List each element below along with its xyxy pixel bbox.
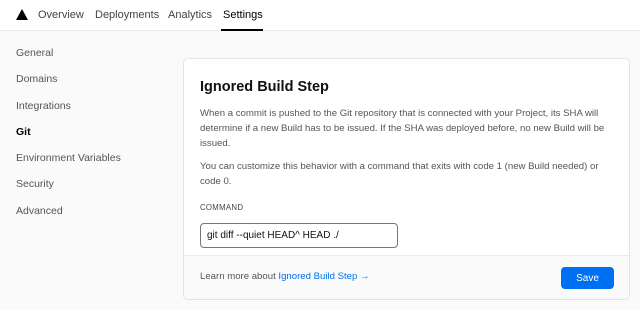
card-title: Ignored Build Step bbox=[200, 79, 329, 95]
save-button[interactable]: Save bbox=[561, 267, 614, 289]
card-footer: Learn more about Ignored Build Step → Sa… bbox=[184, 255, 629, 299]
footer-learn-more-text: Learn more about bbox=[200, 271, 276, 282]
footer-text: Learn more about Ignored Build Step → bbox=[200, 271, 370, 282]
card-description-secondary: You can customize this behavior with a c… bbox=[200, 161, 599, 187]
top-navigation-bar: Overview Deployments Analytics Settings bbox=[0, 0, 640, 31]
tab-overview[interactable]: Overview bbox=[38, 9, 84, 21]
settings-sidebar: General Domains Integrations Git Environ… bbox=[16, 40, 166, 224]
command-label: COMMAND bbox=[200, 203, 244, 212]
tab-analytics[interactable]: Analytics bbox=[168, 9, 212, 21]
triangle-logo-icon[interactable] bbox=[16, 9, 28, 20]
ignored-build-step-link[interactable]: Ignored Build Step → bbox=[278, 271, 369, 282]
active-tab-indicator bbox=[221, 29, 263, 31]
card-description: When a commit is pushed to the Git repos… bbox=[200, 108, 605, 149]
command-input[interactable] bbox=[200, 223, 398, 248]
ignored-build-step-card: Ignored Build Step When a commit is push… bbox=[183, 58, 630, 300]
sidebar-item-integrations[interactable]: Integrations bbox=[16, 93, 166, 119]
sidebar-item-git[interactable]: Git bbox=[16, 119, 166, 145]
tab-settings[interactable]: Settings bbox=[223, 9, 263, 21]
sidebar-item-domains[interactable]: Domains bbox=[16, 66, 166, 92]
sidebar-item-security[interactable]: Security bbox=[16, 171, 166, 197]
tab-deployments[interactable]: Deployments bbox=[95, 9, 159, 21]
sidebar-item-environment-variables[interactable]: Environment Variables bbox=[16, 145, 166, 171]
card-body: Ignored Build Step When a commit is push… bbox=[200, 79, 613, 248]
sidebar-item-general[interactable]: General bbox=[16, 40, 166, 66]
sidebar-item-advanced[interactable]: Advanced bbox=[16, 198, 166, 224]
